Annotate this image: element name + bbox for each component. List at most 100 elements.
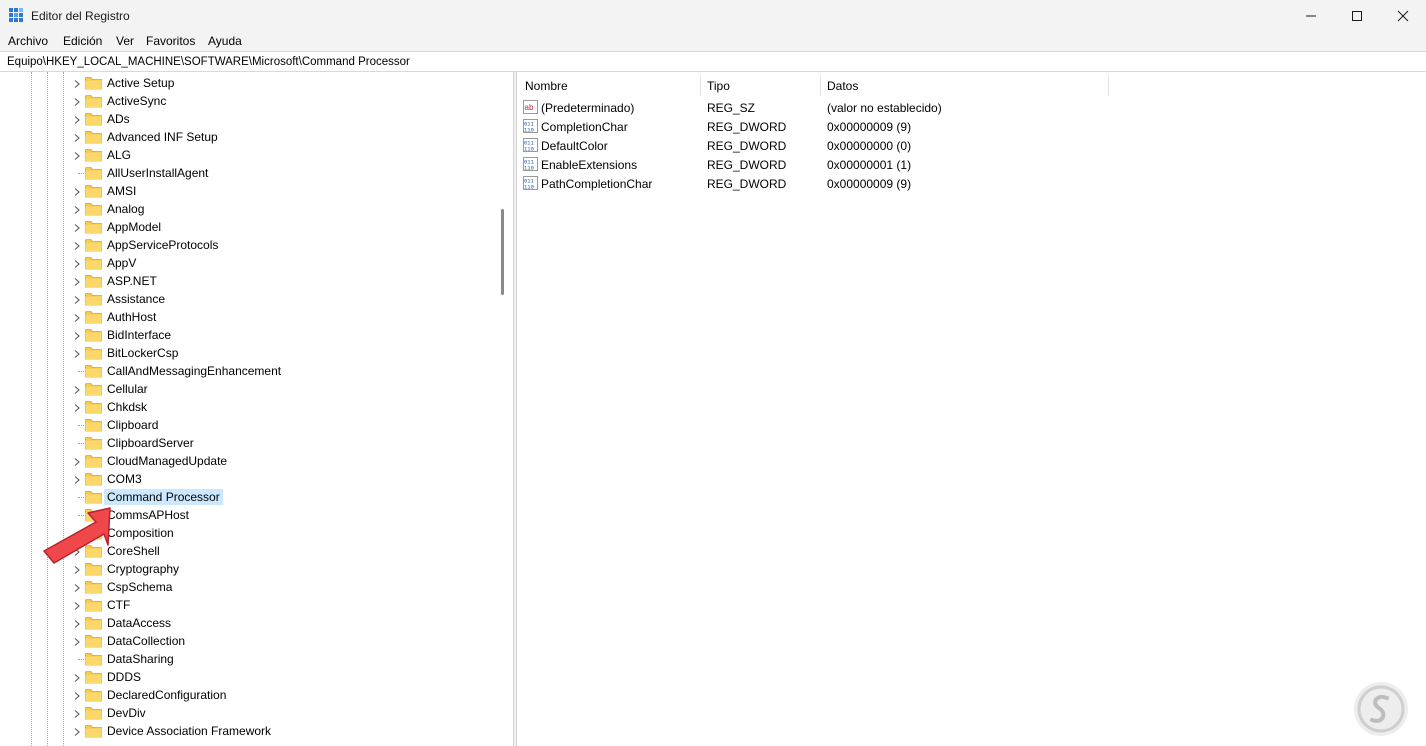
value-row[interactable]: ab (Predeterminado) REG_SZ (valor no establ… (517, 98, 1426, 117)
tree-item-label: CspSchema (107, 580, 173, 594)
tree-item[interactable]: ActiveSync (0, 92, 500, 110)
tree-item-label: AMSI (107, 184, 137, 198)
chevron-right-icon[interactable] (72, 456, 82, 466)
tree-item[interactable]: Clipboard (0, 416, 500, 434)
tree-item-label: CallAndMessagingEnhancement (107, 364, 282, 378)
chevron-right-icon[interactable] (72, 330, 82, 340)
tree-item[interactable]: Device Association Framework (0, 722, 500, 740)
value-name: EnableExtensions (541, 158, 638, 172)
tree-item[interactable]: CloudManagedUpdate (0, 452, 500, 470)
tree-item[interactable]: Assistance (0, 290, 500, 308)
tree-item[interactable]: DataAccess (0, 614, 500, 632)
chevron-right-icon[interactable] (72, 150, 82, 160)
minimize-button[interactable] (1288, 0, 1334, 31)
maximize-icon (1352, 10, 1362, 21)
chevron-right-icon[interactable] (72, 186, 82, 196)
column-separator[interactable] (700, 74, 701, 96)
tree-item[interactable]: DataSharing (0, 650, 500, 668)
binary-value-icon: 011 110 (523, 157, 538, 172)
folder-icon (85, 688, 102, 702)
tree-item[interactable]: BitLockerCsp (0, 344, 500, 362)
tree-scrollbar-thumb[interactable] (501, 209, 504, 295)
chevron-right-icon[interactable] (72, 240, 82, 250)
menu-archivo[interactable]: Archivo (8, 34, 48, 48)
chevron-right-icon[interactable] (72, 672, 82, 682)
chevron-right-icon[interactable] (72, 636, 82, 646)
tree-item[interactable]: CspSchema (0, 578, 500, 596)
tree-item[interactable]: AppServiceProtocols (0, 236, 500, 254)
column-separator[interactable] (820, 74, 821, 96)
key-tree-pane[interactable]: Active Setup ActiveSync ADs Advanced INF Se… (0, 72, 513, 746)
address-bar[interactable]: Equipo\HKEY_LOCAL_MACHINE\SOFTWARE\Micro… (0, 51, 1426, 72)
column-header-tipo[interactable]: Tipo (707, 79, 730, 93)
tree-item[interactable]: ClipboardServer (0, 434, 500, 452)
tree-item-label: DevDiv (107, 706, 146, 720)
folder-icon (85, 148, 102, 162)
value-data: 0x00000009 (9) (827, 177, 912, 191)
value-row[interactable]: 011 110 EnableExtensions REG_DWORD 0x0000000… (517, 155, 1426, 174)
chevron-right-icon[interactable] (72, 204, 82, 214)
column-header-datos[interactable]: Datos (827, 79, 858, 93)
tree-item[interactable]: CallAndMessagingEnhancement (0, 362, 500, 380)
tree-item[interactable]: DevDiv (0, 704, 500, 722)
tree-item[interactable]: ASP.NET (0, 272, 500, 290)
chevron-right-icon[interactable] (72, 690, 82, 700)
chevron-right-icon[interactable] (72, 402, 82, 412)
tree-item-label: CTF (107, 598, 131, 612)
tree-item-label: Assistance (107, 292, 166, 306)
tree-item[interactable]: DataCollection (0, 632, 500, 650)
chevron-right-icon[interactable] (72, 222, 82, 232)
tree-item[interactable]: ADs (0, 110, 500, 128)
chevron-right-icon[interactable] (72, 312, 82, 322)
chevron-right-icon[interactable] (72, 726, 82, 736)
chevron-right-icon[interactable] (72, 384, 82, 394)
chevron-right-icon[interactable] (72, 582, 82, 592)
tree-item[interactable]: DeclaredConfiguration (0, 686, 500, 704)
menu-favoritos[interactable]: Favoritos (146, 34, 195, 48)
tree-item[interactable]: COM3 (0, 470, 500, 488)
folder-icon (85, 382, 102, 396)
chevron-right-icon[interactable] (72, 132, 82, 142)
menu-ayuda[interactable]: Ayuda (208, 34, 242, 48)
column-header-nombre[interactable]: Nombre (525, 79, 568, 93)
value-row[interactable]: 011 110 CompletionChar REG_DWORD 0x00000009 … (517, 117, 1426, 136)
tree-item-label: ALG (107, 148, 132, 162)
chevron-right-icon[interactable] (72, 78, 82, 88)
tree-item[interactable]: ALG (0, 146, 500, 164)
tree-item[interactable]: AuthHost (0, 308, 500, 326)
tree-item[interactable]: AMSI (0, 182, 500, 200)
tree-item[interactable]: Command Processor (0, 488, 500, 506)
value-row[interactable]: 011 110 DefaultColor REG_DWORD 0x00000000 (0… (517, 136, 1426, 155)
tree-item[interactable]: AllUserInstallAgent (0, 164, 500, 182)
tree-item[interactable]: Advanced INF Setup (0, 128, 500, 146)
chevron-right-icon[interactable] (72, 618, 82, 628)
tree-item-label: CommsAPHost (107, 508, 190, 522)
values-list-pane[interactable]: Nombre Tipo Datos ab (Predeterminado) REG_… (517, 72, 1426, 746)
close-button[interactable] (1380, 0, 1426, 31)
tree-item[interactable]: Active Setup (0, 74, 500, 92)
tree-item[interactable]: AppV (0, 254, 500, 272)
folder-icon (85, 652, 102, 666)
menu-edicion[interactable]: Edición (63, 34, 102, 48)
column-separator[interactable] (1108, 74, 1109, 96)
chevron-right-icon[interactable] (72, 114, 82, 124)
chevron-right-icon[interactable] (72, 474, 82, 484)
tree-item[interactable]: Analog (0, 200, 500, 218)
tree-item[interactable]: BidInterface (0, 326, 500, 344)
tree-item[interactable]: CTF (0, 596, 500, 614)
chevron-right-icon[interactable] (72, 348, 82, 358)
tree-item[interactable]: Chkdsk (0, 398, 500, 416)
chevron-right-icon[interactable] (72, 96, 82, 106)
maximize-button[interactable] (1334, 0, 1380, 31)
tree-item[interactable]: AppModel (0, 218, 500, 236)
chevron-right-icon[interactable] (72, 258, 82, 268)
menu-ver[interactable]: Ver (116, 34, 134, 48)
chevron-right-icon[interactable] (72, 600, 82, 610)
tree-item[interactable]: Cellular (0, 380, 500, 398)
tree-item[interactable]: DDDS (0, 668, 500, 686)
chevron-right-icon[interactable] (72, 294, 82, 304)
value-name: CompletionChar (541, 120, 628, 134)
chevron-right-icon[interactable] (72, 276, 82, 286)
value-row[interactable]: 011 110 PathCompletionChar REG_DWORD 0x00000… (517, 174, 1426, 193)
chevron-right-icon[interactable] (72, 708, 82, 718)
